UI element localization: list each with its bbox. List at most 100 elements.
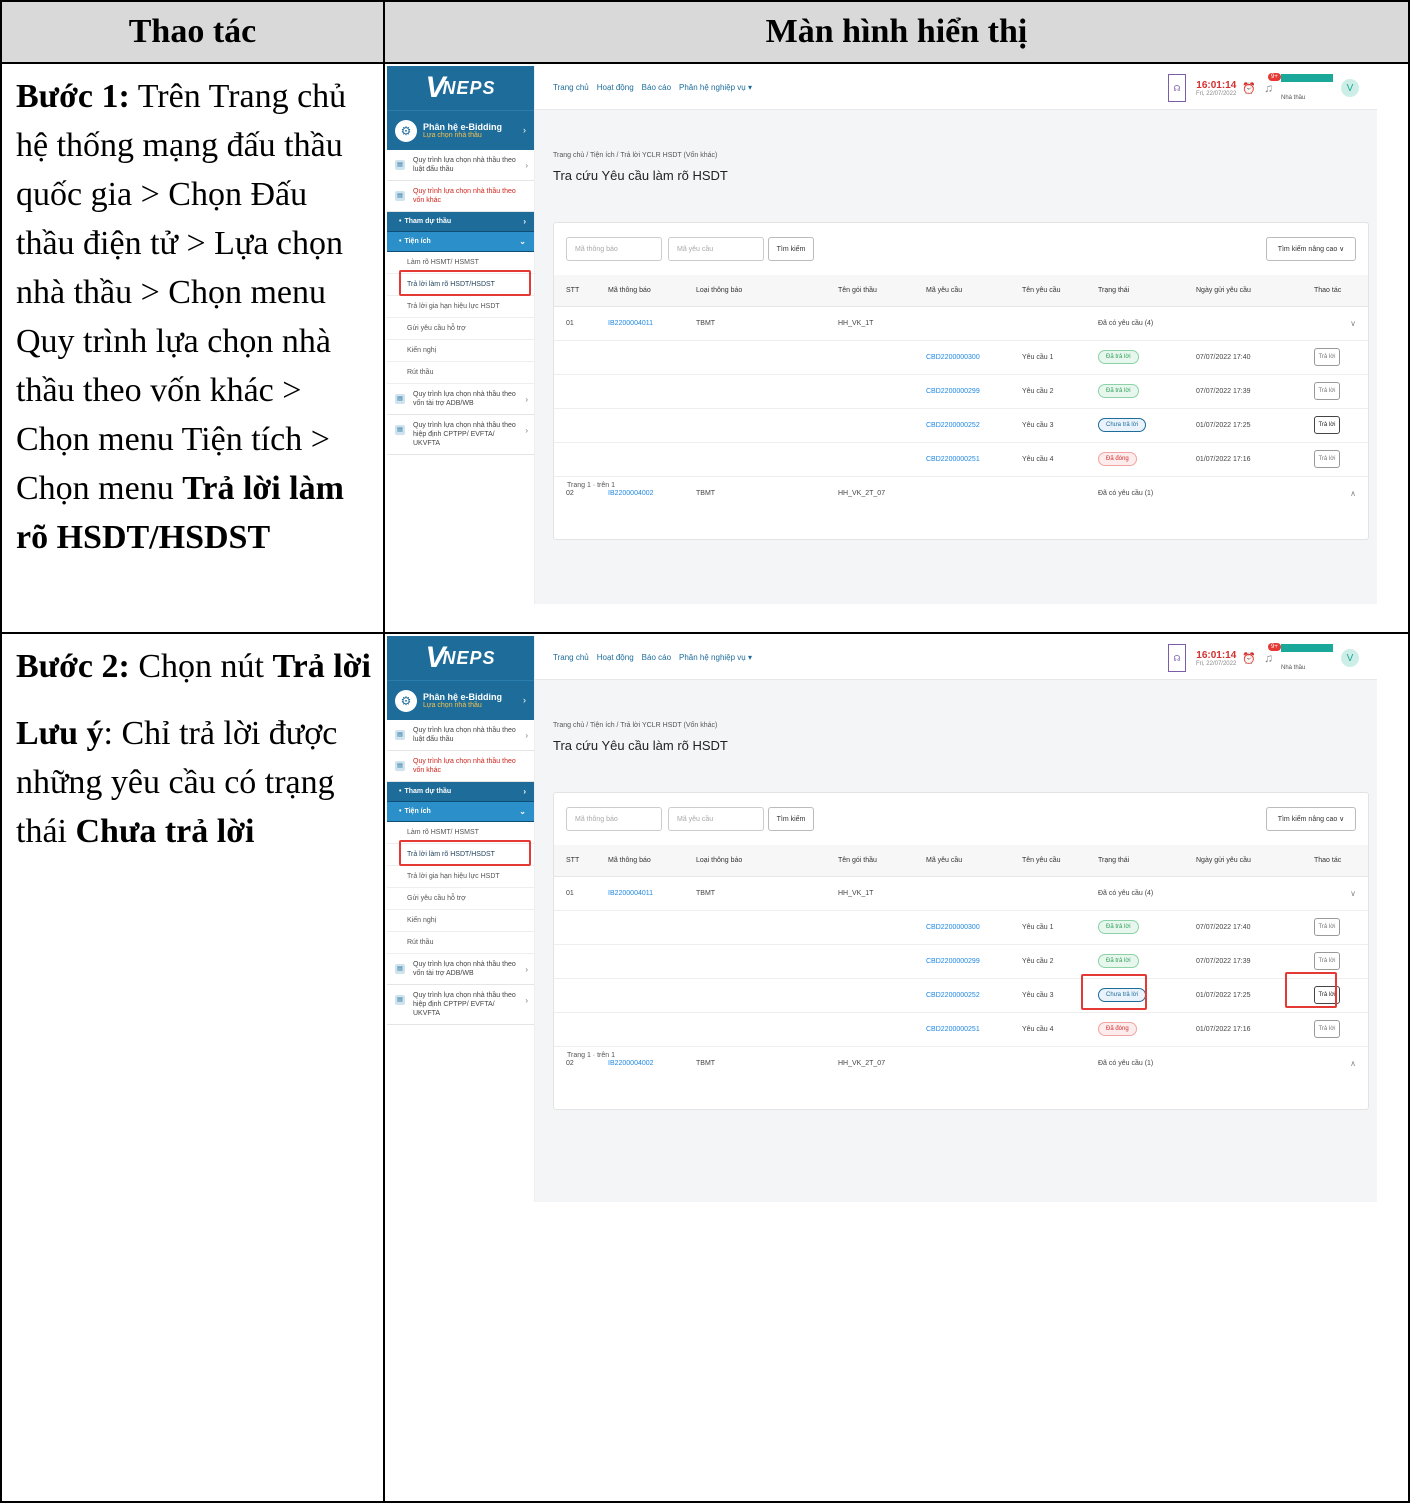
- status-badge: Đã trả lời: [1098, 350, 1139, 364]
- screenshot-step1: V NEPS ⚙ Phân hệ e-Bidding Lựa chọn nhà t…: [387, 66, 1377, 604]
- reply-button[interactable]: Trả lời: [1314, 918, 1340, 936]
- bell-icon[interactable]: ♫ 9+: [1264, 643, 1281, 665]
- table-row[interactable]: 02 IB2200004002 TBMT HH_VK_2T_07 Đã có y…: [554, 477, 1368, 511]
- highlight-menu-box: [399, 840, 531, 866]
- document-icon: ▤: [395, 160, 405, 170]
- module-icon: ⚙: [395, 689, 417, 712]
- app-main: Trang chủ Hoạt động Báo cáo Phân hệ nghi…: [535, 636, 1377, 1202]
- user-name-bar: [1281, 643, 1333, 652]
- neps-logo: V NEPS: [387, 66, 534, 110]
- advanced-search-button[interactable]: Tìm kiếm nâng cao ∨: [1266, 807, 1356, 831]
- table-row: CBD2200000300 Yêu cầu 1 Đã trả lời 07/07…: [554, 341, 1368, 375]
- alarm-icon[interactable]: ⏰: [1242, 82, 1256, 95]
- menu-tham-du-thau[interactable]: • Tham dự thầu ›: [387, 782, 534, 802]
- module-header[interactable]: ⚙ Phân hệ e-Bidding Lựa chọn nhà thầu ›: [387, 110, 534, 150]
- chevron-down-icon[interactable]: ∨: [1350, 889, 1356, 898]
- chevron-down-icon: ⌄: [519, 807, 526, 816]
- chevron-up-icon[interactable]: ∧: [1350, 1059, 1356, 1068]
- document-icon: ▤: [395, 425, 405, 435]
- sidebar-item-luat-dau-thau[interactable]: ▤ Quy trình lựa chọn nhà thầu theo luật đ…: [387, 720, 534, 751]
- sidebar-item-von-khac[interactable]: ▤ Quy trình lựa chọn nhà thầu theo vốn kh…: [387, 181, 534, 212]
- document-icon: ▤: [395, 394, 405, 404]
- chevron-right-icon: ›: [523, 217, 526, 226]
- bell-icon[interactable]: ♫ 9+: [1264, 73, 1281, 95]
- reply-button[interactable]: Trả lời: [1314, 450, 1340, 468]
- status-badge: Đã trả lời: [1098, 920, 1139, 934]
- page-title: Tra cứu Yêu cầu làm rõ HSDT: [553, 738, 728, 753]
- chevron-right-icon: ›: [523, 787, 526, 796]
- submenu-rut-thau[interactable]: Rút thầu: [387, 362, 534, 384]
- document-icon: ▤: [395, 995, 405, 1005]
- table-row: CBD2200000251 Yêu cầu 4 Đã đóng 01/07/20…: [554, 1013, 1368, 1047]
- headset-icon[interactable]: ☊: [1167, 644, 1186, 672]
- document-icon: ▤: [395, 191, 405, 201]
- nav-bao-cao[interactable]: Báo cáo: [642, 653, 671, 662]
- avatar[interactable]: V: [1341, 79, 1359, 97]
- instruction-table: Thao tác Màn hình hiển thị Bước 1: Trên …: [0, 0, 1410, 1503]
- avatar[interactable]: V: [1341, 649, 1359, 667]
- step1-screen-cell: V NEPS ⚙ Phân hệ e-Bidding Lựa chọn nhà t…: [383, 62, 1410, 634]
- submenu-gui-yeu-cau[interactable]: Gửi yêu cầu hỗ trợ: [387, 318, 534, 340]
- nav-trang-chu[interactable]: Trang chủ: [553, 653, 589, 662]
- reply-button[interactable]: Trả lời: [1314, 382, 1340, 400]
- nav-trang-chu[interactable]: Trang chủ: [553, 83, 589, 92]
- submenu-kien-nghi[interactable]: Kiến nghị: [387, 910, 534, 932]
- sidebar-item-cptpp[interactable]: ▤ Quy trình lựa chọn nhà thầu theo hiệp đ…: [387, 415, 534, 455]
- chevron-down-icon[interactable]: ∨: [1350, 319, 1356, 328]
- ma-yeu-cau-input[interactable]: Mã yêu cầu: [668, 237, 764, 261]
- nav-phan-he[interactable]: Phân hệ nghiệp vụ ▾: [679, 653, 752, 662]
- table-row[interactable]: 01 IB2200004011 TBMT HH_VK_1T Đã có yêu …: [554, 877, 1368, 911]
- nav-hoat-dong[interactable]: Hoạt động: [597, 653, 634, 662]
- advanced-search-button[interactable]: Tìm kiếm nâng cao ∨: [1266, 237, 1356, 261]
- screenshot-step2: V NEPS ⚙ Phân hệ e-Bidding Lựa chọn nhà t…: [387, 636, 1377, 1202]
- ma-thong-bao-input[interactable]: Mã thông báo: [566, 807, 662, 831]
- sidebar-item-adb-wb[interactable]: ▤ Quy trình lựa chọn nhà thầu theo vốn tà…: [387, 384, 534, 415]
- app-sidebar: V NEPS ⚙ Phân hệ e-Bidding Lựa chọn nhà t…: [387, 66, 535, 604]
- user-role: Nhà thầu: [1281, 94, 1306, 101]
- alarm-icon[interactable]: ⏰: [1242, 652, 1256, 665]
- table-row[interactable]: 01 IB2200004011 TBMT HH_VK_1T Đã có yêu …: [554, 307, 1368, 341]
- nav-bao-cao[interactable]: Báo cáo: [642, 83, 671, 92]
- user-name-bar: [1281, 73, 1333, 82]
- status-badge: Đã đóng: [1098, 1022, 1137, 1036]
- table-row: CBD2200000300 Yêu cầu 1 Đã trả lời 07/07…: [554, 911, 1368, 945]
- chevron-right-icon: ›: [525, 161, 528, 170]
- ma-yeu-cau-input[interactable]: Mã yêu cầu: [668, 807, 764, 831]
- menu-tham-du-thau[interactable]: • Tham dự thầu ›: [387, 212, 534, 232]
- table-row: CBD2200000299 Yêu cầu 2 Đã trả lời 07/07…: [554, 945, 1368, 979]
- sidebar-item-adb-wb[interactable]: ▤ Quy trình lựa chọn nhà thầu theo vốn tà…: [387, 954, 534, 985]
- sidebar-item-luat-dau-thau[interactable]: ▤ Quy trình lựa chọn nhà thầu theo luật đ…: [387, 150, 534, 181]
- chevron-up-icon[interactable]: ∧: [1350, 489, 1356, 498]
- reply-button[interactable]: Trả lời: [1314, 416, 1340, 434]
- headset-icon[interactable]: ☊: [1167, 74, 1186, 102]
- module-header[interactable]: ⚙ Phân hệ e-Bidding Lựa chọn nhà thầu ›: [387, 680, 534, 720]
- submenu-kien-nghi[interactable]: Kiến nghị: [387, 340, 534, 362]
- submenu-gia-han[interactable]: Trả lời gia hạn hiệu lực HSDT: [387, 296, 534, 318]
- submenu-rut-thau[interactable]: Rút thầu: [387, 932, 534, 954]
- note-bold: Chưa trả lời: [75, 813, 255, 850]
- breadcrumb: Trang chủ / Tiện ích / Trả lời YCLR HSDT…: [553, 722, 718, 729]
- sidebar-item-cptpp[interactable]: ▤ Quy trình lựa chọn nhà thầu theo hiệp đ…: [387, 985, 534, 1025]
- sidebar-item-von-khac[interactable]: ▤ Quy trình lựa chọn nhà thầu theo vốn kh…: [387, 751, 534, 782]
- menu-tien-ich[interactable]: • Tiện ích ⌄: [387, 802, 534, 822]
- status-badge: Đã trả lời: [1098, 384, 1139, 398]
- highlight-status-box: [1081, 974, 1147, 1010]
- submenu-gia-han[interactable]: Trả lời gia hạn hiệu lực HSDT: [387, 866, 534, 888]
- search-button[interactable]: Tìm kiếm: [768, 807, 814, 831]
- submenu-gui-yeu-cau[interactable]: Gửi yêu cầu hỗ trợ: [387, 888, 534, 910]
- table-row[interactable]: 02 IB2200004002 TBMT HH_VK_2T_07 Đã có y…: [554, 1047, 1368, 1081]
- chevron-right-icon: ›: [523, 695, 526, 705]
- reply-button[interactable]: Trả lời: [1314, 1020, 1340, 1038]
- nav-hoat-dong[interactable]: Hoạt động: [597, 83, 634, 92]
- menu-tien-ich[interactable]: • Tiện ích ⌄: [387, 232, 534, 252]
- step1-cell: Bước 1: Trên Trang chủ hệ thống mạng đấu…: [0, 62, 385, 634]
- reply-button[interactable]: Trả lời: [1314, 952, 1340, 970]
- ma-thong-bao-input[interactable]: Mã thông báo: [566, 237, 662, 261]
- chevron-right-icon: ›: [523, 125, 526, 135]
- table-row: CBD2200000251 Yêu cầu 4 Đã đóng 01/07/20…: [554, 443, 1368, 477]
- nav-phan-he[interactable]: Phân hệ nghiệp vụ ▾: [679, 83, 752, 92]
- note-label: Lưu ý: [16, 715, 104, 752]
- reply-button[interactable]: Trả lời: [1314, 348, 1340, 366]
- clock: 16:01:14 Fri, 22/07/2022: [1195, 649, 1237, 667]
- search-button[interactable]: Tìm kiếm: [768, 237, 814, 261]
